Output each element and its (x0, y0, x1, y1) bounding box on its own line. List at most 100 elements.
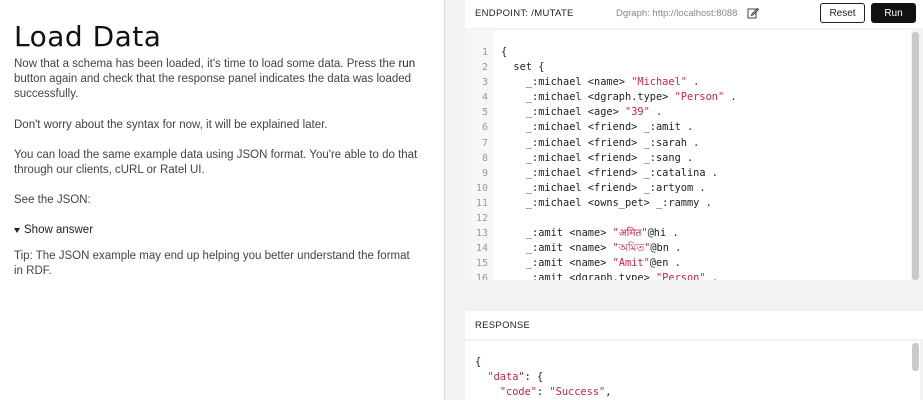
response-line: "data": { (475, 370, 611, 385)
line-number: 12 (475, 213, 488, 225)
run-button[interactable]: Run (871, 3, 916, 23)
code-token: _:michael <age> (501, 106, 625, 119)
line-number: 4 (481, 92, 488, 104)
see-json-label: See the JSON: (14, 194, 91, 206)
line-number: 11 (475, 197, 488, 209)
response-content: { "data": { "code": "Success", (475, 355, 611, 400)
caret-down-icon (14, 227, 20, 233)
code-token: . (686, 76, 700, 89)
code-line: _:michael <friend> _:artyom . (501, 181, 906, 196)
code-line: _:amit <name> "अमित"@hi . (501, 226, 906, 241)
pencil-icon[interactable] (747, 7, 759, 19)
response-panel: { "data": { "code": "Success", (465, 341, 920, 400)
editor-scrollbar-thumb[interactable] (912, 32, 919, 280)
run-keyword: run (398, 58, 416, 70)
code-token: @en . (649, 257, 681, 270)
code-line: _:amit <dgraph.type> "Person" . (501, 271, 906, 280)
code-token: _:michael <friend> _:catalina . (501, 166, 718, 179)
response-scrollbar-thumb[interactable] (912, 343, 919, 371)
show-answer-label: Show answer (24, 224, 94, 236)
line-number: 14 (475, 243, 488, 255)
code-token: _:amit <name> (501, 242, 613, 255)
code-token: { (501, 46, 508, 58)
code-line: _:michael <friend> _:amit . (501, 120, 906, 135)
line-number: 10 (475, 182, 488, 194)
code-token: set { (501, 61, 545, 74)
line-number: 13 (475, 228, 488, 240)
response-header: RESPONSE (465, 311, 923, 339)
code-line: _:michael <friend> _:catalina . (501, 166, 906, 181)
show-answer-toggle[interactable]: Show answer (14, 224, 93, 236)
reset-button[interactable]: Reset (820, 3, 865, 23)
code-token: _:michael <owns_pet> _:rammy . (501, 196, 712, 209)
code-token: { (475, 356, 482, 368)
code-token: "অমিত" (612, 242, 651, 255)
code-line: _:michael <owns_pet> _:rammy . (501, 196, 906, 211)
line-number: 16 (475, 273, 488, 280)
line-number: 3 (481, 77, 488, 89)
code-token: _:amit <name> (501, 257, 613, 270)
line-number: 1 (481, 47, 488, 58)
code-content[interactable]: { set { _:michael <name> "Michael" . _:m… (501, 45, 906, 280)
code-token: . (724, 91, 737, 104)
code-line: _:michael <friend> _:sang . (501, 151, 906, 166)
code-token: : (537, 386, 550, 399)
code-token: @hi . (647, 227, 679, 240)
line-number: 15 (475, 258, 488, 270)
code-token: "code" (499, 386, 538, 399)
code-token: _:michael <friend> _:sang . (501, 151, 694, 164)
code-line: _:michael <dgraph.type> "Person" . (501, 90, 906, 105)
code-token: . (649, 106, 663, 119)
tip-text: Tip: The JSON example may end up helping… (14, 250, 410, 277)
endpoint-label: ENDPOINT: /MUTATE (475, 8, 574, 19)
response-label: RESPONSE (475, 320, 531, 331)
line-number: 7 (481, 137, 488, 149)
code-line: _:michael <friend> _:sarah . (501, 136, 906, 151)
response-line: { (475, 355, 611, 370)
syntax-note: Don't worry about the syntax for now, it… (14, 119, 328, 131)
line-number: 5 (481, 107, 488, 119)
intro-text-post: button again and check that the response… (14, 73, 412, 100)
line-number: 8 (481, 152, 488, 164)
intro-text-pre: Now that a schema has been loaded, it's … (14, 58, 399, 70)
code-token: _:michael <dgraph.type> (501, 91, 675, 104)
dgraph-url: Dgraph: http://localhost:8088 (616, 8, 738, 19)
line-number-gutter: 1 2 3 4 5 6 7 8 9 10 11 12 13 14 15 16 (465, 30, 493, 280)
code-line: _:amit <name> "Amit"@en . (501, 256, 906, 271)
code-line: _:michael <age> "39" . (501, 105, 906, 120)
endpoint-bar: ENDPOINT: /MUTATE Dgraph: http://localho… (465, 0, 923, 28)
response-line: "code": "Success", (475, 385, 612, 400)
page-title: Load Data (14, 20, 162, 53)
code-token: : { (524, 371, 544, 384)
json-note: You can load the same example data using… (14, 149, 418, 176)
code-token: _:michael <name> (501, 76, 632, 89)
line-number: 6 (481, 122, 488, 134)
code-token: _:amit <name> (501, 227, 613, 240)
code-token: "अमित" (612, 227, 648, 240)
code-line: _:michael <name> "Michael" . (501, 75, 906, 90)
code-token: _:michael <friend> _:amit . (501, 121, 694, 134)
code-token: _:michael <friend> _:artyom . (501, 181, 706, 194)
code-line: { (501, 45, 906, 60)
code-token: "Michael" (631, 76, 687, 89)
mutation-editor[interactable]: 1 2 3 4 5 6 7 8 9 10 11 12 13 14 15 16 { set { _:michae… (465, 30, 920, 280)
tutorial-pane: Load Data Now that a schema has been loa… (0, 0, 444, 400)
code-token: "Person" (655, 272, 706, 280)
code-token: "39" (625, 106, 650, 119)
code-token: . (705, 272, 718, 280)
code-token: _:amit <dgraph.type> (501, 272, 656, 280)
code-token: , (605, 386, 612, 399)
intro-paragraph: Now that a schema has been loaded, it's … (14, 57, 419, 102)
line-number: 2 (481, 62, 488, 74)
code-token: "Success" (549, 386, 606, 399)
code-line: _:amit <name> "অমিত"@bn . (501, 241, 906, 256)
code-token: "data" (487, 371, 525, 384)
code-token: "Person" (674, 91, 725, 104)
code-token: _:michael <friend> _:sarah . (501, 136, 700, 149)
line-number: 9 (481, 167, 488, 179)
code-token: @bn . (650, 242, 682, 255)
code-line: set { (501, 60, 906, 75)
